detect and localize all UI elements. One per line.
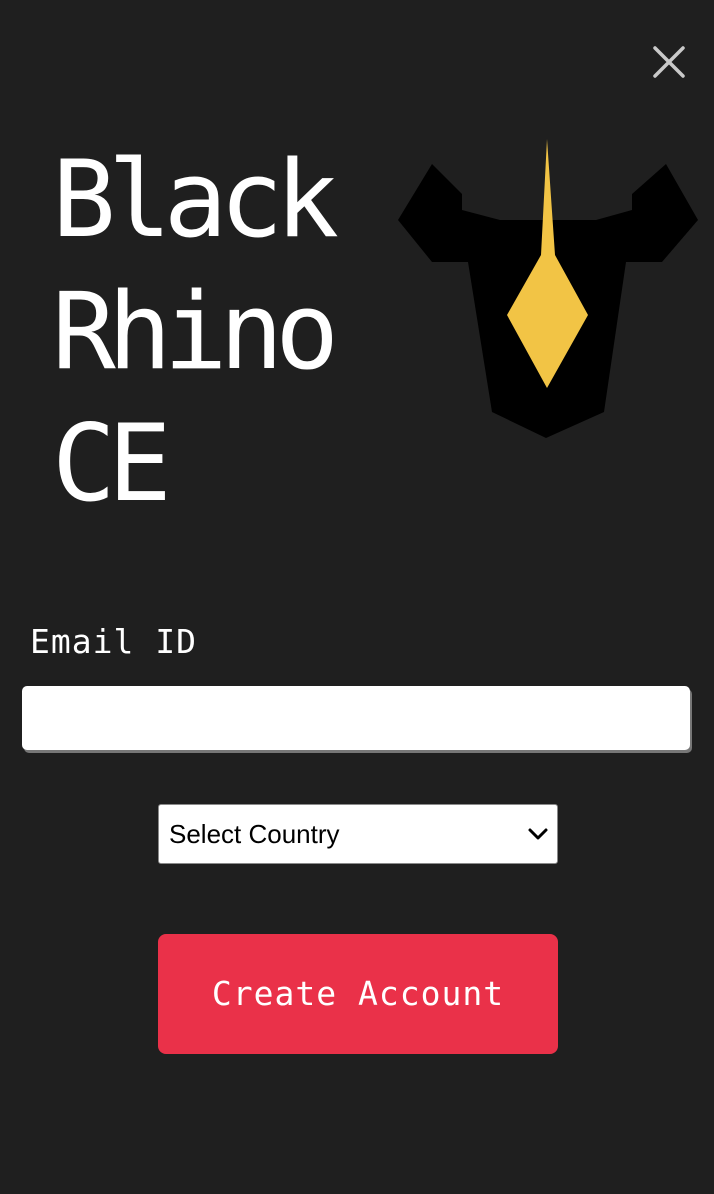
- brand-title-line-2: Rhino: [52, 270, 339, 393]
- country-select-value: Select Country: [169, 819, 340, 849]
- country-select[interactable]: Select Country: [158, 804, 558, 864]
- rhino-head-logo: [395, 136, 700, 441]
- close-button[interactable]: [648, 42, 690, 84]
- brand-title-line-3: CE: [52, 402, 172, 525]
- email-input[interactable]: [22, 686, 690, 750]
- chevron-down-icon: [527, 825, 549, 843]
- email-label: Email ID: [30, 622, 197, 661]
- create-account-button[interactable]: Create Account: [158, 934, 558, 1054]
- brand-title: Black Rhino CE: [52, 134, 339, 530]
- close-icon: [648, 42, 690, 84]
- brand-title-line-1: Black: [52, 138, 339, 261]
